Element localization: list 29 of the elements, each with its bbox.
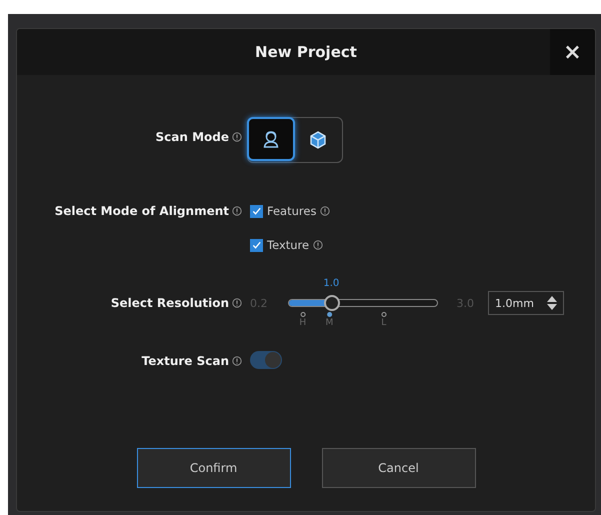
resolution-field[interactable]: 1.0mm — [488, 291, 564, 315]
info-icon[interactable] — [313, 240, 324, 250]
person-icon — [261, 129, 281, 149]
info-icon[interactable] — [232, 356, 242, 366]
checkbox-label[interactable]: Features — [267, 204, 316, 218]
checkbox-label[interactable]: Texture — [267, 238, 310, 252]
info-icon[interactable] — [232, 206, 242, 216]
checkbox[interactable] — [250, 238, 263, 252]
close-button[interactable]: × — [550, 29, 595, 75]
cancel-button[interactable]: Cancel — [322, 448, 476, 488]
alignment-label: Select Mode of Alignment — [54, 204, 229, 218]
tick-label: H — [299, 318, 306, 328]
toggle-switch[interactable] — [250, 351, 282, 369]
info-icon[interactable] — [232, 132, 242, 142]
texture-scan-label: Texture Scan — [142, 354, 229, 368]
info-icon[interactable] — [320, 206, 330, 216]
checkbox[interactable] — [250, 204, 263, 218]
person-mode-button[interactable] — [247, 117, 295, 161]
slider-thumb[interactable] — [324, 295, 340, 311]
slider-value: 1.0 — [323, 278, 340, 289]
info-icon[interactable] — [232, 298, 242, 308]
cube-icon — [308, 130, 328, 150]
confirm-button[interactable]: Confirm — [136, 448, 290, 488]
resolution-label: Select Resolution — [110, 296, 229, 310]
tick-label: L — [381, 318, 386, 328]
tick-label: M — [326, 318, 334, 328]
spinner-arrows-icon[interactable] — [547, 295, 557, 311]
scan-mode-label: Scan Mode — [156, 130, 229, 144]
dialog-title: New Project — [255, 43, 357, 61]
